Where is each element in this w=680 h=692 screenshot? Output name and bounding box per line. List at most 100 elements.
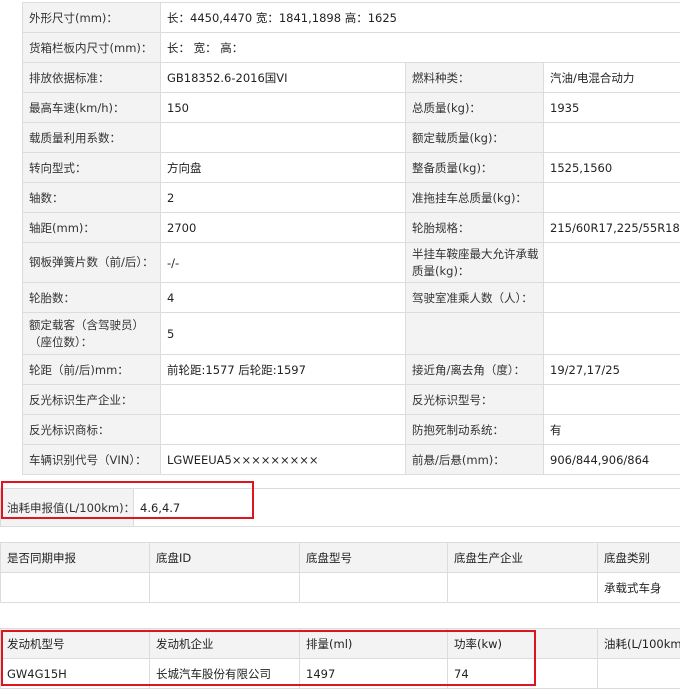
engine-header-cell: 功率(kw) (447, 628, 598, 659)
spec-label (405, 312, 544, 355)
cargo-dimensions-label: 货箱栏板内尺寸(mm)： (22, 32, 161, 63)
spec-value: -/- (160, 242, 406, 283)
spec-label: 前悬/后悬(mm)： (405, 444, 544, 475)
chassis-value-cell (447, 572, 598, 603)
engine-table: 发动机型号 发动机企业 排量(ml) 功率(kw) 油耗(L/100km) GW… (0, 628, 680, 689)
chassis-header-row: 是否同期申报 底盘ID 底盘型号 底盘生产企业 底盘类别 (0, 542, 680, 573)
spec-value: 4 (160, 282, 406, 313)
spec-label: 轴数： (22, 182, 161, 213)
spec-label: 反光标识型号： (405, 384, 544, 415)
engine-value-row: GW4G15H 长城汽车股份有限公司 1497 74 (0, 658, 680, 689)
spec-row: 转向型式： 方向盘 整备质量(kg)： 1525,1560 (22, 152, 680, 183)
fuel-row: 油耗申报值(L/100km)： 4.6,4.7 (0, 488, 680, 527)
spec-label: 轮距（前/后)mm： (22, 354, 161, 385)
spec-value: 有 (542, 414, 680, 445)
chassis-header-cell: 底盘生产企业 (447, 542, 598, 573)
cargo-dimensions-value: 长： 宽： 高： (159, 32, 680, 63)
spec-value (542, 242, 680, 283)
spec-table-body: 外形尺寸(mm)： 长：4450,4470 宽：1841,1898 高：1625… (22, 2, 680, 475)
spec-row: 反光标识商标： 防抱死制动系统：有 (22, 414, 680, 445)
engine-header-row: 发动机型号 发动机企业 排量(ml) 功率(kw) 油耗(L/100km) (0, 628, 680, 659)
spec-value: 1935 (542, 92, 680, 123)
engine-value-cell: 74 (447, 658, 598, 689)
spec-value: 1525,1560 (542, 152, 680, 183)
chassis-value-cell: 承载式车身 (597, 572, 680, 603)
spec-label: 转向型式： (22, 152, 161, 183)
spec-value: 19/27,17/25 (542, 354, 680, 385)
spec-row: 最高车速(km/h)： 150 总质量(kg)： 1935 (22, 92, 680, 123)
chassis-value-row: 承载式车身 (0, 572, 680, 603)
spec-label: 准拖挂车总质量(kg)： (405, 182, 544, 213)
spec-label: 半挂车鞍座最大允许承载质量(kg)： (405, 242, 544, 283)
engine-value-cell: GW4G15H (0, 658, 150, 689)
engine-value-cell (597, 658, 680, 689)
spec-label: 轮胎规格： (405, 212, 544, 243)
spec-value: 2700 (160, 212, 406, 243)
dimensions-value: 长：4450,4470 宽：1841,1898 高：1625 (159, 2, 680, 33)
spec-row: 载质量利用系数： 额定载质量(kg)： (22, 122, 680, 153)
spec-value: 2 (160, 182, 406, 213)
spec-label: 轴距(mm)： (22, 212, 161, 243)
spec-row: 车辆识别代号（VIN）： LGWEEUA5××××××××× 前悬/后悬(mm)： 9… (22, 444, 680, 475)
spec-label: 反光标识商标： (22, 414, 161, 445)
spec-row: 反光标识生产企业： 反光标识型号： (22, 384, 680, 415)
spec-value: GB18352.6-2016国VI (160, 62, 406, 93)
spec-label: 额定载质量(kg)： (405, 122, 544, 153)
spec-label: 载质量利用系数： (22, 122, 161, 153)
spec-label: 驾驶室准乘人数（人）： (405, 282, 544, 313)
spec-label: 总质量(kg)： (405, 92, 544, 123)
spec-value: 906/844,906/864 (542, 444, 680, 475)
spec-value: 方向盘 (160, 152, 406, 183)
spec-value: 前轮距:1577 后轮距:1597 (160, 354, 406, 385)
fuel-consumption-value: 4.6,4.7 (133, 488, 680, 527)
spec-value (160, 384, 406, 415)
dimensions-label: 外形尺寸(mm)： (22, 2, 161, 33)
spec-label: 燃料种类： (405, 62, 544, 93)
spec-row-cargo: 货箱栏板内尺寸(mm)： 长： 宽： 高： (22, 32, 680, 63)
chassis-header-cell: 是否同期申报 (0, 542, 150, 573)
spec-row: 轴数： 2 准拖挂车总质量(kg)： (22, 182, 680, 213)
spec-row: 轴距(mm)： 2700 轮胎规格： 215/60R17,225/55R18 (22, 212, 680, 243)
spec-value (542, 282, 680, 313)
chassis-table: 是否同期申报 底盘ID 底盘型号 底盘生产企业 底盘类别 承载式车身 (0, 542, 680, 603)
chassis-value-cell (0, 572, 150, 603)
spec-value: 215/60R17,225/55R18 (542, 212, 680, 243)
chassis-header-cell: 底盘ID (149, 542, 300, 573)
spec-value: 150 (160, 92, 406, 123)
spec-label: 整备质量(kg)： (405, 152, 544, 183)
spec-label: 防抱死制动系统： (405, 414, 544, 445)
spec-label: 轮胎数： (22, 282, 161, 313)
spec-label: 额定载客（含驾驶员）（座位数）： (22, 312, 161, 355)
chassis-value-cell (299, 572, 448, 603)
spec-label: 车辆识别代号（VIN）： (22, 444, 161, 475)
spec-row: 额定载客（含驾驶员）（座位数）： 5 (22, 312, 680, 355)
spec-value (542, 122, 680, 153)
vehicle-spec-table: 外形尺寸(mm)： 长：4450,4470 宽：1841,1898 高：1625… (22, 2, 680, 475)
spec-value: LGWEEUA5××××××××× (160, 444, 406, 475)
chassis-header-cell: 底盘型号 (299, 542, 448, 573)
engine-value-cell: 1497 (299, 658, 448, 689)
spec-label: 最高车速(km/h)： (22, 92, 161, 123)
spec-label: 钢板弹簧片数（前/后）： (22, 242, 161, 283)
engine-header-cell: 发动机型号 (0, 628, 150, 659)
chassis-value-cell (149, 572, 300, 603)
engine-header-cell: 排量(ml) (299, 628, 448, 659)
spec-value (160, 122, 406, 153)
spec-value (542, 182, 680, 213)
engine-header-cell: 油耗(L/100km) (597, 628, 680, 659)
spec-value (160, 414, 406, 445)
spec-row: 排放依据标准： GB18352.6-2016国VI 燃料种类： 汽油/电混合动力 (22, 62, 680, 93)
spec-value: 5 (160, 312, 406, 355)
fuel-consumption-label: 油耗申报值(L/100km)： (0, 488, 134, 527)
spec-value (542, 384, 680, 415)
spec-row: 轮距（前/后)mm： 前轮距:1577 后轮距:1597 接近角/离去角（度）： 19… (22, 354, 680, 385)
spec-row: 钢板弹簧片数（前/后）： -/- 半挂车鞍座最大允许承载质量(kg)： (22, 242, 680, 283)
fuel-consumption-table: 油耗申报值(L/100km)： 4.6,4.7 (0, 488, 680, 527)
spec-row: 轮胎数： 4 驾驶室准乘人数（人）： (22, 282, 680, 313)
spec-label: 排放依据标准： (22, 62, 161, 93)
spec-label: 接近角/离去角（度）： (405, 354, 544, 385)
spec-row-dimensions: 外形尺寸(mm)： 长：4450,4470 宽：1841,1898 高：1625 (22, 2, 680, 33)
engine-value-cell: 长城汽车股份有限公司 (149, 658, 300, 689)
spec-label: 反光标识生产企业： (22, 384, 161, 415)
engine-header-cell: 发动机企业 (149, 628, 300, 659)
